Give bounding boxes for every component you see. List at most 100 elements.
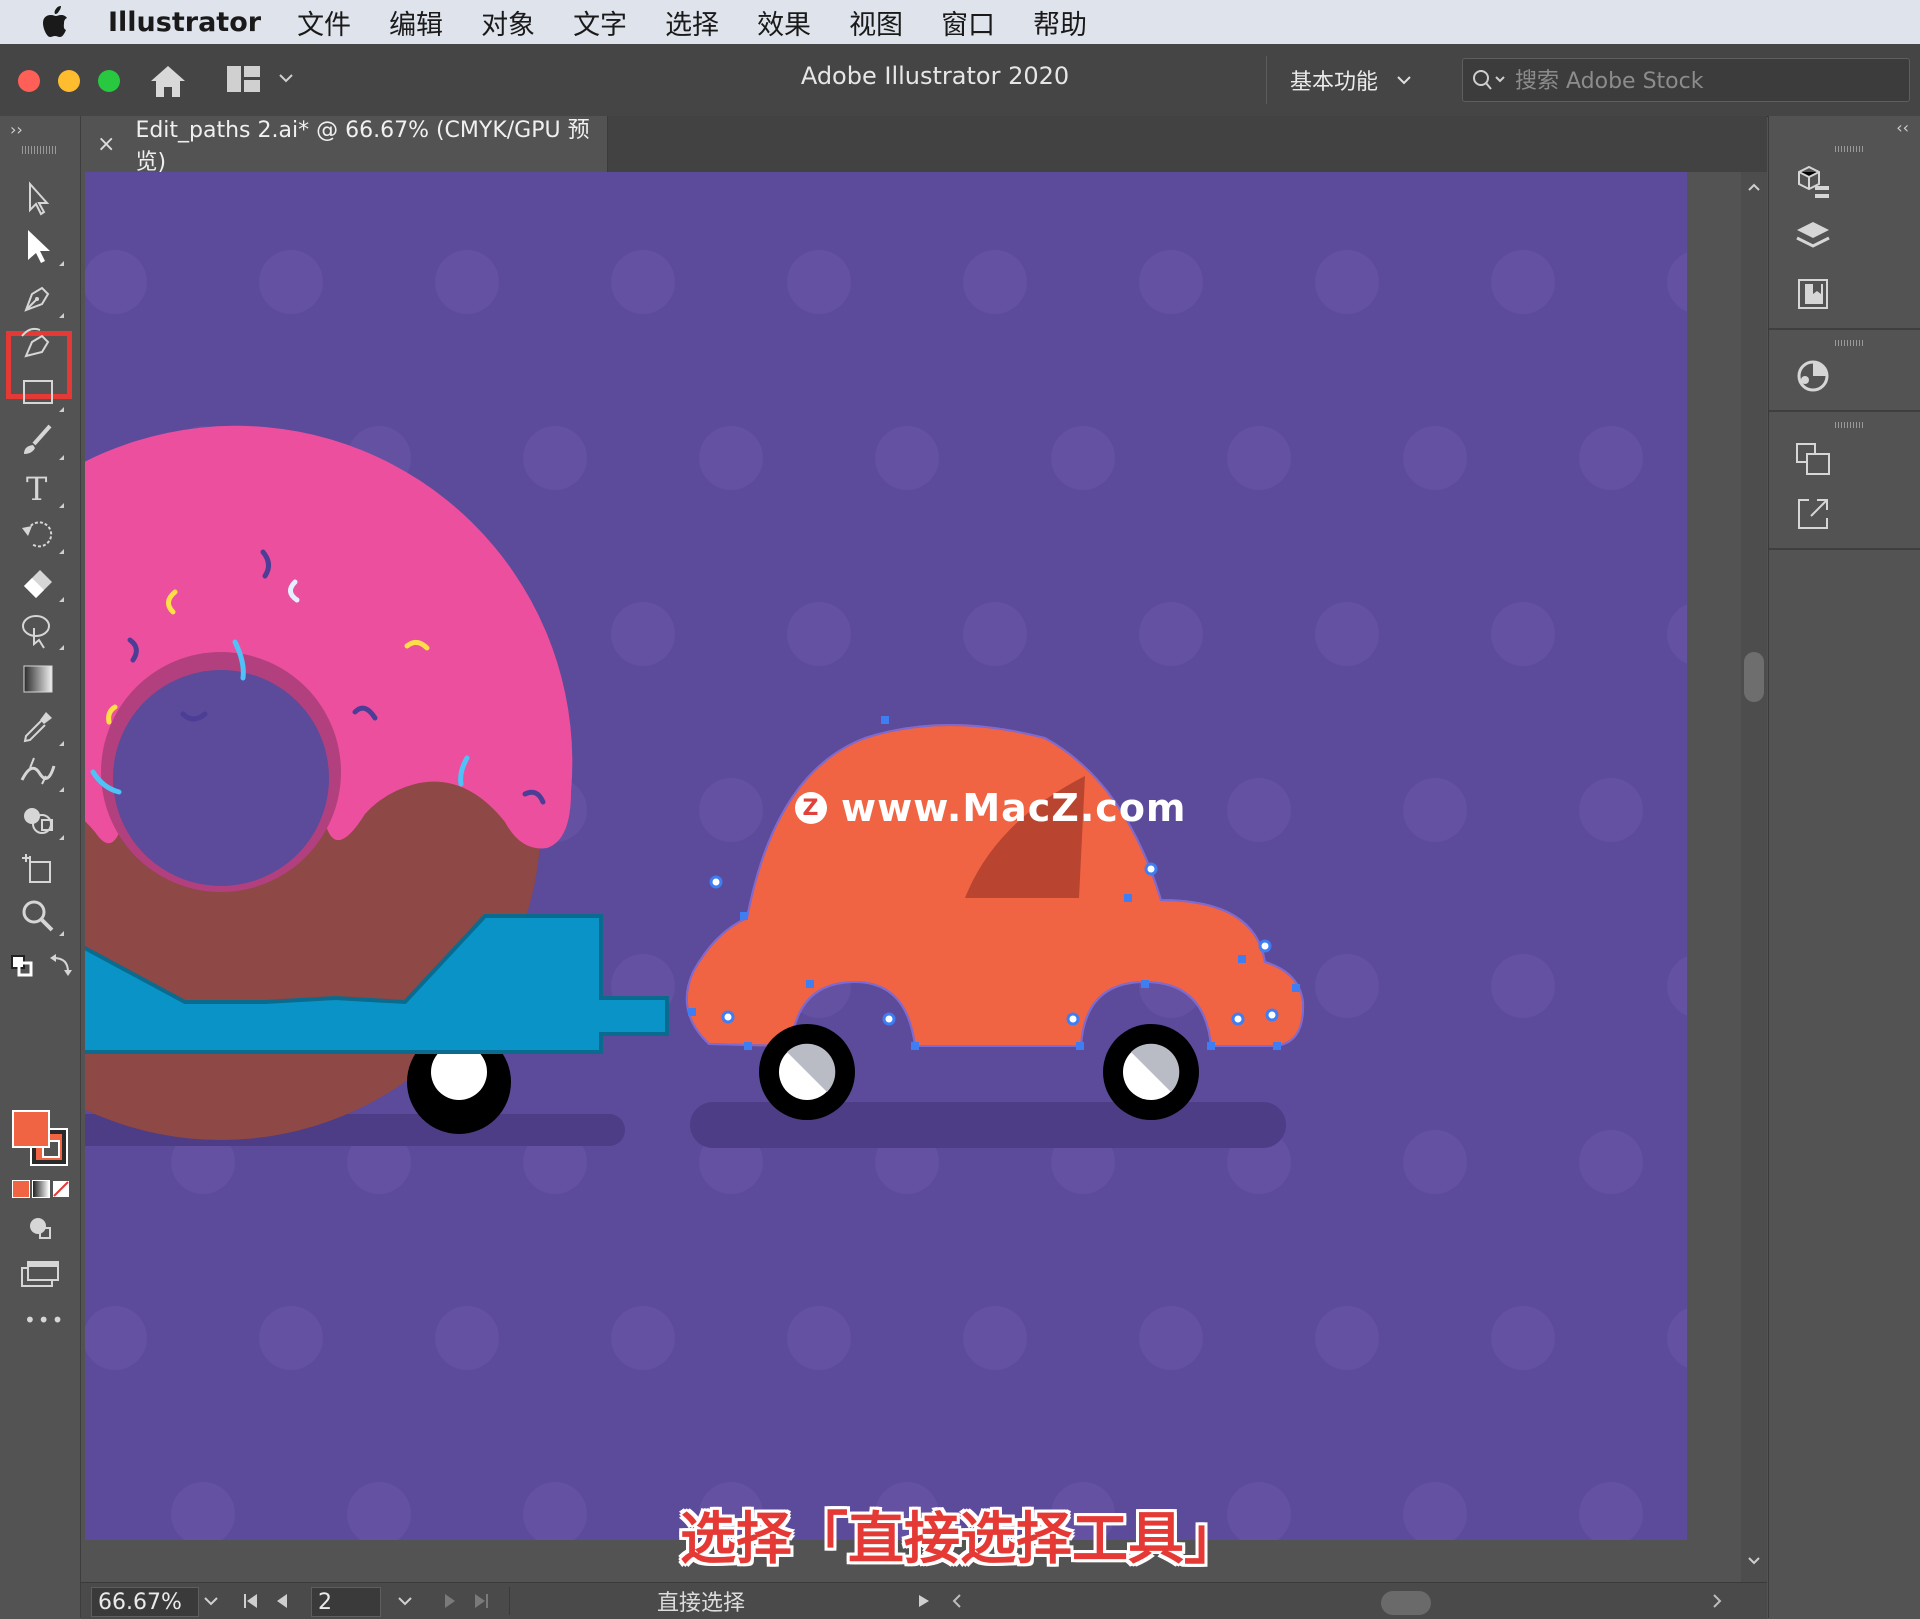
current-tool-status[interactable]: 直接选择 — [657, 1585, 745, 1617]
chevron-down-icon[interactable] — [397, 1593, 413, 1609]
eyedropper-tool[interactable] — [18, 706, 64, 746]
pattern-dot — [611, 250, 675, 314]
width-tool-icon — [20, 757, 56, 785]
horizontal-scroll-thumb[interactable] — [1381, 1591, 1431, 1615]
menu-app-name[interactable]: Illustrator — [108, 7, 261, 38]
pattern-dot — [1315, 250, 1379, 314]
document-tab-bar: × Edit_paths 2.ai* @ 66.67% (CMYK/GPU 预览… — [81, 116, 1767, 175]
gradient-button[interactable] — [32, 1180, 50, 1198]
selection-tool[interactable] — [18, 178, 62, 218]
artboard-number-field[interactable]: 2 — [311, 1587, 381, 1617]
scroll-right-icon[interactable] — [1707, 1591, 1727, 1611]
curvature-pen-icon — [21, 327, 50, 358]
shape-builder-tool[interactable] — [18, 800, 64, 840]
status-menu-icon[interactable] — [913, 1591, 933, 1611]
panel-grip[interactable] — [1835, 146, 1865, 152]
layers-panel-button[interactable] — [1791, 216, 1835, 260]
pattern-dot — [1491, 250, 1555, 314]
eraser-tool[interactable] — [18, 562, 64, 602]
menu-file[interactable]: 文件 — [297, 3, 351, 42]
scroll-left-icon[interactable] — [947, 1591, 967, 1611]
pattern-dot — [1315, 1306, 1379, 1370]
tool-flyout-indicator — [59, 787, 64, 792]
color-button[interactable] — [12, 1180, 30, 1198]
pattern-dot — [435, 1306, 499, 1370]
eraser-icon — [24, 570, 52, 598]
menu-select[interactable]: 选择 — [665, 3, 719, 42]
chevron-down-icon — [1397, 76, 1411, 85]
chevron-up-icon[interactable] — [1747, 180, 1761, 194]
pattern-dot — [1667, 1308, 1687, 1368]
rotate-icon — [22, 521, 53, 548]
properties-panel-button[interactable] — [1791, 162, 1835, 206]
workspace-switcher[interactable]: 基本功能 — [1290, 64, 1412, 96]
car[interactable] — [685, 716, 1305, 1120]
menu-help[interactable]: 帮助 — [1033, 3, 1087, 42]
zoom-tool[interactable] — [18, 896, 64, 936]
pattern-dot — [963, 250, 1027, 314]
libraries-panel-button[interactable] — [1791, 272, 1835, 316]
pen-tool[interactable] — [18, 278, 64, 318]
pattern-dot — [85, 250, 147, 314]
pattern-dot — [1227, 426, 1291, 490]
first-artboard-icon[interactable] — [241, 1591, 261, 1611]
export-panel-button[interactable] — [1791, 492, 1835, 536]
canvas-area[interactable] — [81, 172, 1767, 1582]
artwork[interactable] — [85, 172, 1687, 1540]
collapse-toolbar-button[interactable]: ›› — [10, 120, 23, 139]
transform-panel-button[interactable] — [1791, 438, 1835, 482]
menu-window[interactable]: 窗口 — [941, 3, 995, 42]
direct-selection-tool[interactable] — [18, 226, 64, 266]
divider — [1769, 548, 1920, 550]
pattern-dot — [699, 778, 763, 842]
edit-toolbar-button[interactable]: ••• — [24, 1308, 65, 1332]
collapse-dock-button[interactable]: ‹‹ — [1896, 118, 1909, 137]
divider — [1266, 56, 1267, 104]
width-tool[interactable] — [18, 752, 64, 792]
gradient-tool[interactable] — [18, 658, 62, 698]
previous-artboard-icon[interactable] — [273, 1591, 293, 1611]
next-artboard-icon[interactable] — [439, 1591, 459, 1611]
gradient-icon — [23, 665, 53, 693]
pattern-dot — [1139, 1306, 1203, 1370]
none-button[interactable] — [52, 1180, 70, 1198]
rectangle-tool[interactable] — [18, 372, 64, 412]
panel-grip[interactable] — [22, 146, 56, 154]
search-input[interactable] — [1513, 65, 1897, 97]
apple-icon[interactable] — [40, 5, 70, 39]
default-colors-icon[interactable] — [10, 954, 34, 978]
panel-grip[interactable] — [1835, 340, 1865, 346]
rotate-tool[interactable] — [18, 514, 64, 554]
close-tab-button[interactable]: × — [97, 132, 115, 157]
swap-colors-icon[interactable] — [48, 952, 74, 978]
vertical-scrollbar[interactable] — [1741, 172, 1767, 1582]
paintbrush-tool[interactable] — [18, 420, 64, 460]
document-tab[interactable]: × Edit_paths 2.ai* @ 66.67% (CMYK/GPU 预览… — [81, 116, 608, 175]
last-artboard-icon[interactable] — [471, 1591, 491, 1611]
zoom-level-field[interactable]: 66.67% — [91, 1587, 199, 1617]
search-icon[interactable] — [1471, 68, 1509, 92]
menu-edit[interactable]: 编辑 — [389, 3, 443, 42]
panel-grip[interactable] — [1835, 422, 1865, 428]
magnifier-icon — [22, 900, 54, 932]
scroll-thumb[interactable] — [1744, 652, 1764, 702]
pattern-dot — [1051, 426, 1115, 490]
puppet-warp-tool[interactable] — [18, 610, 64, 650]
menu-type[interactable]: 文字 — [573, 3, 627, 42]
menu-view[interactable]: 视图 — [849, 3, 903, 42]
chevron-down-icon[interactable] — [203, 1593, 219, 1609]
menu-effect[interactable]: 效果 — [757, 3, 811, 42]
pattern-dot — [875, 426, 939, 490]
fill-color-swatch[interactable] — [12, 1110, 50, 1148]
curvature-tool[interactable] — [18, 324, 62, 364]
artboard[interactable] — [85, 172, 1687, 1540]
drawing-mode-icon[interactable] — [26, 1214, 56, 1244]
screen-mode-icon[interactable] — [20, 1260, 60, 1290]
menu-object[interactable]: 对象 — [481, 3, 535, 42]
color-panel-button[interactable] — [1791, 354, 1835, 398]
pattern-dot — [963, 602, 1027, 666]
color-wheel-icon — [1797, 360, 1829, 392]
stock-search-box[interactable] — [1462, 58, 1910, 102]
artboard-tool[interactable] — [18, 848, 62, 888]
type-tool[interactable]: T — [18, 468, 64, 508]
